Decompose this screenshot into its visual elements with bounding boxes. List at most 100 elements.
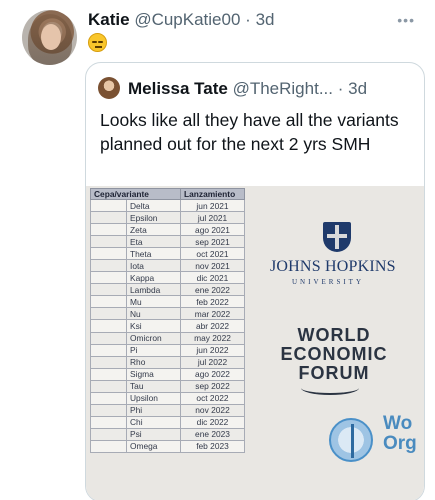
- table-row: Pi jun 2022: [90, 343, 245, 357]
- table-cell-launch: ago 2021: [180, 223, 245, 237]
- wef-line-2: ECONOMIC: [280, 344, 388, 364]
- table-cell-launch: oct 2021: [180, 247, 245, 261]
- table-cell-blank: [90, 439, 127, 453]
- table-cell-variant: Tau: [126, 379, 181, 393]
- header-separator: ·: [245, 10, 251, 29]
- table-cell-launch: sep 2021: [180, 235, 245, 249]
- variants-table: Cepa/variante Lanzamiento Delta jun 2021 E…: [90, 188, 245, 453]
- table-row: Psi ene 2023: [90, 427, 245, 441]
- quoted-author-name[interactable]: Melissa Tate: [128, 79, 228, 98]
- table-cell-blank: [90, 379, 127, 393]
- table-cell-variant: Omicron: [126, 331, 181, 345]
- table-cell-variant: Omega: [126, 439, 181, 453]
- table-row: Tau sep 2022: [90, 379, 245, 393]
- table-cell-variant: Eta: [126, 235, 181, 249]
- quoted-tweet-time[interactable]: 3d: [348, 79, 367, 98]
- table-header-variant: Cepa/variante: [90, 188, 181, 200]
- quoted-author-handle[interactable]: @TheRight...: [233, 79, 333, 98]
- table-cell-variant: Rho: [126, 355, 181, 369]
- jhu-name: JOHNS HOPKINS: [270, 258, 396, 275]
- more-options-icon[interactable]: •••: [397, 12, 415, 28]
- table-row: Lambda ene 2022: [90, 283, 245, 297]
- table-row: Kappa dic 2021: [90, 271, 245, 285]
- table-cell-variant: Iota: [126, 259, 181, 273]
- quoted-tweet-header: Melissa Tate @TheRight... · 3d: [128, 79, 367, 99]
- table-cell-launch: feb 2022: [180, 295, 245, 309]
- table-row: Rho jul 2022: [90, 355, 245, 369]
- table-cell-blank: [90, 355, 127, 369]
- table-cell-variant: Delta: [126, 198, 181, 213]
- quoted-separator: ·: [337, 79, 344, 98]
- table-row: Epsilon jul 2021: [90, 211, 245, 225]
- table-cell-blank: [90, 391, 127, 405]
- table-cell-variant: Upsilon: [126, 391, 181, 405]
- tweet-time[interactable]: 3d: [256, 10, 275, 29]
- table-cell-variant: Sigma: [126, 367, 181, 381]
- quoted-tweet[interactable]: Melissa Tate @TheRight... · 3d Looks lik…: [85, 62, 425, 500]
- table-cell-launch: oct 2022: [180, 391, 245, 405]
- table-cell-launch: abr 2022: [180, 319, 245, 333]
- table-row: Eta sep 2021: [90, 235, 245, 249]
- table-cell-launch: may 2022: [180, 331, 245, 345]
- table-cell-blank: [90, 283, 127, 297]
- table-row: Phi nov 2022: [90, 403, 245, 417]
- table-cell-blank: [90, 247, 127, 261]
- avatar-face: [41, 24, 61, 50]
- table-cell-launch: ago 2022: [180, 367, 245, 381]
- table-row: Mu feb 2022: [90, 295, 245, 309]
- table-cell-launch: nov 2021: [180, 259, 245, 273]
- table-cell-launch: jun 2021: [180, 198, 245, 213]
- author-avatar[interactable]: [22, 10, 77, 65]
- table-cell-launch: feb 2023: [180, 439, 245, 453]
- who-emblem-icon: [329, 418, 373, 462]
- table-row: Zeta ago 2021: [90, 223, 245, 237]
- tweet-header: Katie @CupKatie00 · 3d: [88, 10, 274, 30]
- table-cell-blank: [90, 367, 127, 381]
- table-row: Ksi abr 2022: [90, 319, 245, 333]
- author-handle[interactable]: @CupKatie00: [134, 10, 240, 29]
- table-row: Delta jun 2021: [90, 198, 245, 213]
- table-cell-blank: [90, 198, 127, 213]
- table-cell-variant: Theta: [126, 247, 181, 261]
- table-cell-blank: [90, 307, 127, 321]
- table-cell-blank: [90, 271, 127, 285]
- table-cell-blank: [90, 295, 127, 309]
- wef-arc-icon: [301, 381, 359, 395]
- table-cell-variant: Zeta: [126, 223, 181, 237]
- author-name[interactable]: Katie: [88, 10, 130, 29]
- table-cell-blank: [90, 235, 127, 249]
- table-row: Sigma ago 2022: [90, 367, 245, 381]
- table-cell-variant: Phi: [126, 403, 181, 417]
- table-cell-variant: Nu: [126, 307, 181, 321]
- table-cell-launch: ene 2023: [180, 427, 245, 441]
- table-cell-variant: Mu: [126, 295, 181, 309]
- tweet: Katie @CupKatie00 · 3d ••• Melissa Tate …: [0, 0, 435, 500]
- who-line-2: Org: [383, 433, 417, 454]
- table-cell-launch: jul 2021: [180, 211, 245, 225]
- table-cell-variant: Epsilon: [126, 211, 181, 225]
- table-row: Chi dic 2022: [90, 415, 245, 429]
- table-header-launch: Lanzamiento: [180, 188, 245, 200]
- table-row: Theta oct 2021: [90, 247, 245, 261]
- jhu-subtitle: UNIVERSITY: [292, 278, 364, 286]
- table-cell-blank: [90, 319, 127, 333]
- table-cell-launch: nov 2022: [180, 403, 245, 417]
- quoted-tweet-image[interactable]: Cepa/variante Lanzamiento Delta jun 2021 E…: [86, 186, 424, 500]
- wef-line-1: WORLD: [297, 325, 371, 345]
- table-cell-blank: [90, 403, 127, 417]
- expressionless-face-emoji: [88, 33, 107, 52]
- table-cell-blank: [90, 427, 127, 441]
- table-cell-launch: dic 2022: [180, 415, 245, 429]
- table-cell-blank: [90, 343, 127, 357]
- table-cell-blank: [90, 259, 127, 273]
- wef-logo-text: WORLD ECONOMIC FORUM: [264, 326, 404, 383]
- table-cell-launch: jun 2022: [180, 343, 245, 357]
- table-cell-variant: Ksi: [126, 319, 181, 333]
- quoted-author-avatar[interactable]: [98, 77, 120, 99]
- table-row: Nu mar 2022: [90, 307, 245, 321]
- table-cell-variant: Lambda: [126, 283, 181, 297]
- table-cell-blank: [90, 331, 127, 345]
- table-cell-launch: dic 2021: [180, 271, 245, 285]
- who-logo-text: Wo Org: [383, 414, 417, 454]
- table-cell-blank: [90, 223, 127, 237]
